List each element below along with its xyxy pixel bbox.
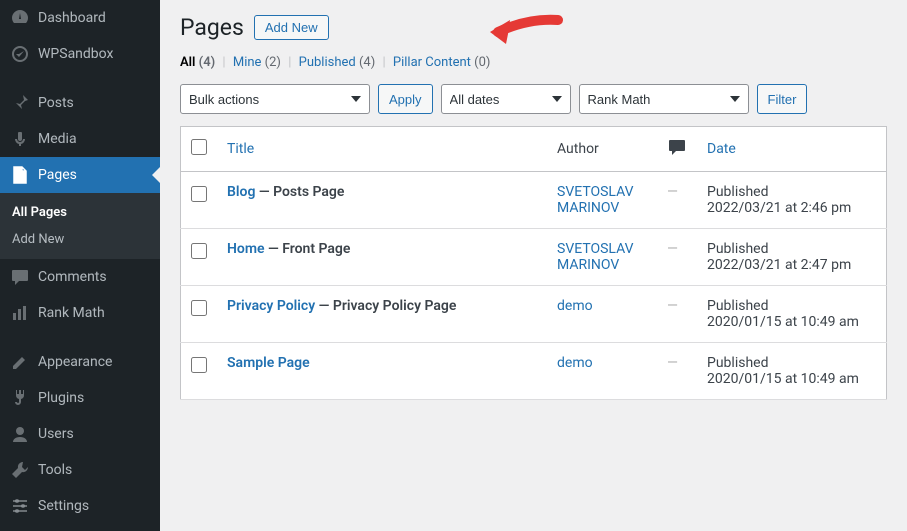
row-status: Published [707, 184, 768, 200]
wpsandbox-icon [10, 44, 30, 64]
table-row: Sample Page demo — Published2020/01/15 at 1… [181, 343, 887, 400]
submenu-all-pages[interactable]: All Pages [0, 199, 160, 226]
row-status: Published [707, 241, 768, 257]
sidebar-item-label: Rank Math [38, 305, 105, 321]
filter-all[interactable]: All (4) [180, 55, 215, 70]
settings-icon [10, 496, 30, 516]
row-author-link[interactable]: demo [557, 298, 593, 314]
dashboard-icon [10, 8, 30, 28]
col-date[interactable]: Date [707, 141, 736, 157]
view-filters: All (4) | Mine (2) | Published (4) | Pil… [180, 51, 887, 84]
tools-icon [10, 460, 30, 480]
row-checkbox[interactable] [191, 300, 207, 316]
sidebar-item-label: Dashboard [38, 10, 106, 26]
row-comments: — [667, 184, 678, 200]
admin-sidebar: Dashboard WPSandbox Posts Media Pages All Pag… [0, 0, 160, 531]
sidebar-item-label: Media [38, 131, 77, 147]
sidebar-item-label: Settings [38, 498, 89, 514]
media-icon [10, 129, 30, 149]
pages-table: Title Author Date Blog — Posts Page SVETO… [180, 126, 887, 400]
sidebar-item-label: Users [38, 426, 74, 442]
sidebar-item-label: WPSandbox [38, 46, 113, 62]
row-checkbox[interactable] [191, 186, 207, 202]
row-date: 2020/01/15 at 10:49 am [707, 314, 859, 330]
col-title[interactable]: Title [227, 141, 254, 157]
row-status: Published [707, 355, 768, 371]
users-icon [10, 424, 30, 444]
filter-button[interactable]: Filter [757, 84, 808, 114]
bulk-actions-select[interactable]: Bulk actions [180, 84, 370, 114]
row-date: 2022/03/21 at 2:46 pm [707, 200, 851, 216]
page-title: Pages [180, 14, 244, 41]
row-comments: — [667, 355, 678, 371]
row-title-suffix: — Privacy Policy Page [315, 298, 456, 314]
table-row: Privacy Policy — Privacy Policy Page demo… [181, 286, 887, 343]
sidebar-item-plugins[interactable]: Plugins [0, 380, 160, 416]
sidebar-item-label: Appearance [38, 354, 112, 370]
add-new-button[interactable]: Add New [254, 15, 329, 40]
sidebar-item-rank-math[interactable]: Rank Math [0, 295, 160, 331]
row-title-suffix: — Posts Page [255, 184, 344, 200]
sidebar-item-appearance[interactable]: Appearance [0, 344, 160, 380]
sidebar-item-pages[interactable]: Pages [0, 157, 160, 193]
row-title-link[interactable]: Blog [227, 184, 255, 200]
sidebar-item-media[interactable]: Media [0, 121, 160, 157]
row-date: 2020/01/15 at 10:49 am [707, 371, 859, 387]
row-author-link[interactable]: SVETOSLAV MARINOV [557, 184, 634, 216]
col-author: Author [557, 141, 599, 157]
sidebar-item-label: Posts [38, 95, 74, 111]
main-content: Pages Add New All (4) | Mine (2) | Publi… [160, 0, 907, 531]
row-comments: — [667, 241, 678, 257]
rankmath-select[interactable]: Rank Math [579, 84, 749, 114]
bulk-actions-row: Bulk actions Apply All dates Rank Math F… [180, 84, 887, 114]
row-checkbox[interactable] [191, 243, 207, 259]
filter-published[interactable]: Published (4) [299, 55, 376, 70]
plugins-icon [10, 388, 30, 408]
row-checkbox[interactable] [191, 357, 207, 373]
row-comments: — [667, 298, 678, 314]
pin-icon [10, 93, 30, 113]
sidebar-item-label: Tools [38, 462, 72, 478]
row-title-suffix: — Front Page [265, 241, 351, 257]
dates-select[interactable]: All dates [441, 84, 571, 114]
sidebar-item-label: Pages [38, 167, 77, 183]
row-author-link[interactable]: demo [557, 355, 593, 371]
table-row: Blog — Posts Page SVETOSLAV MARINOV — Publi… [181, 172, 887, 229]
row-author-link[interactable]: SVETOSLAV MARINOV [557, 241, 634, 273]
sidebar-item-dashboard[interactable]: Dashboard [0, 0, 160, 36]
row-status: Published [707, 298, 768, 314]
sidebar-item-settings[interactable]: Settings [0, 488, 160, 524]
sidebar-item-posts[interactable]: Posts [0, 85, 160, 121]
comment-icon [10, 267, 30, 287]
sidebar-item-label: Plugins [38, 390, 84, 406]
row-title-link[interactable]: Privacy Policy [227, 298, 315, 314]
appearance-icon [10, 352, 30, 372]
table-row: Home — Front Page SVETOSLAV MARINOV — Publi… [181, 229, 887, 286]
comments-icon [667, 137, 687, 157]
page-icon [10, 165, 30, 185]
rankmath-icon [10, 303, 30, 323]
row-title-link[interactable]: Sample Page [227, 355, 310, 371]
apply-button[interactable]: Apply [378, 84, 433, 114]
row-title-link[interactable]: Home [227, 241, 265, 257]
select-all-checkbox[interactable] [191, 139, 207, 155]
sidebar-item-label: Comments [38, 269, 107, 285]
filter-mine[interactable]: Mine (2) [233, 55, 281, 70]
sidebar-item-users[interactable]: Users [0, 416, 160, 452]
sidebar-item-wpsandbox[interactable]: WPSandbox [0, 36, 160, 72]
sidebar-item-tools[interactable]: Tools [0, 452, 160, 488]
row-date: 2022/03/21 at 2:47 pm [707, 257, 851, 273]
submenu-add-new[interactable]: Add New [0, 226, 160, 253]
filter-pillar[interactable]: Pillar Content (0) [393, 55, 491, 70]
sidebar-item-comments[interactable]: Comments [0, 259, 160, 295]
